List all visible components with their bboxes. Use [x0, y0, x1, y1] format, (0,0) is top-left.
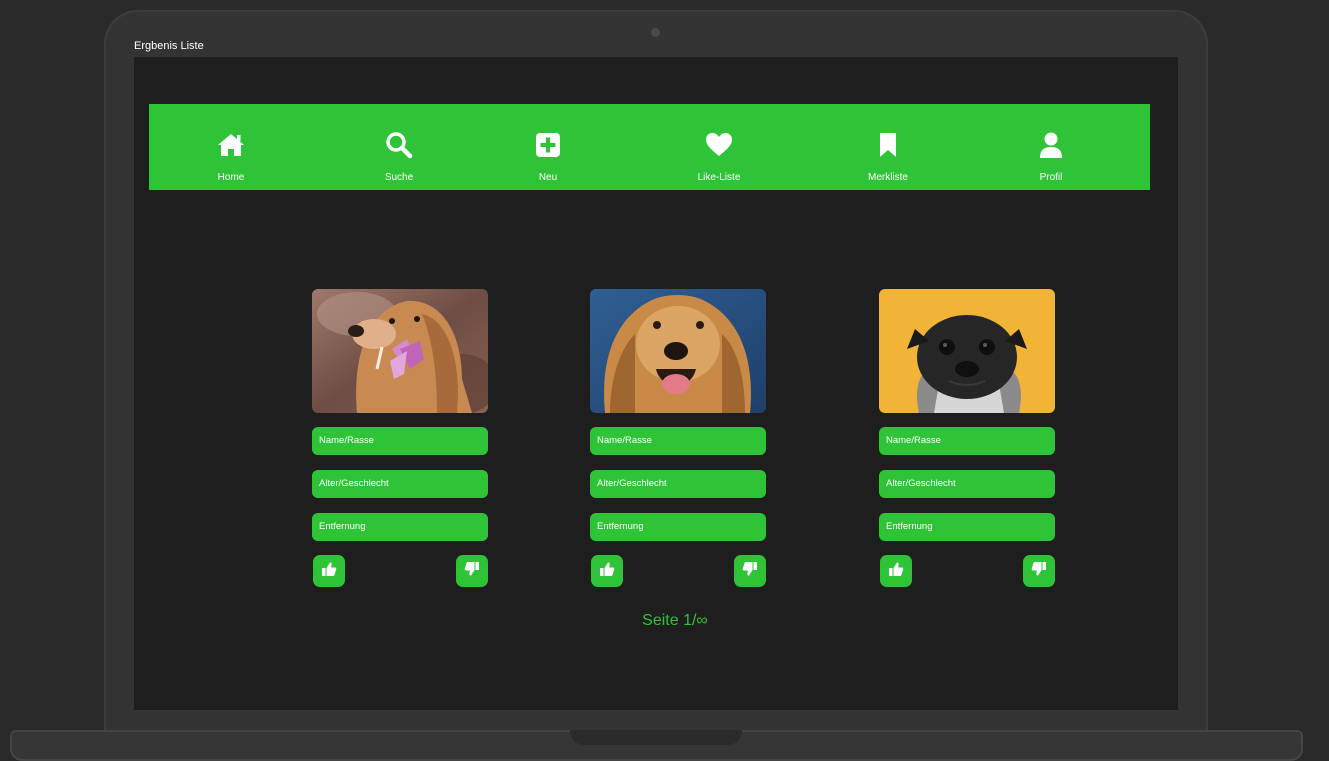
nav-item-profile[interactable]: Profil [991, 104, 1111, 190]
nav-item-watchlist[interactable]: Merkliste [828, 104, 948, 190]
distance-field: Entfernung [312, 513, 488, 541]
nav-bar: Home Suche Neu Like-Liste Merkliste Prof… [149, 104, 1150, 190]
like-button[interactable] [313, 555, 345, 587]
nav-item-search[interactable]: Suche [339, 104, 459, 190]
dog-photo[interactable] [312, 289, 488, 413]
nav-label-watchlist: Merkliste [867, 172, 908, 183]
thumbs-down-icon [464, 561, 480, 582]
like-button[interactable] [880, 555, 912, 587]
thumbs-up-icon [321, 561, 337, 582]
nav-label-search: Suche [384, 172, 414, 183]
name-breed-field: Name/Rasse [590, 427, 766, 455]
thumbs-down-icon [1031, 561, 1047, 582]
thumbs-up-icon [599, 561, 615, 582]
name-breed-field: Name/Rasse [312, 427, 488, 455]
nav-label-profile: Profil [1039, 172, 1063, 183]
name-breed-field: Name/Rasse [879, 427, 1055, 455]
dog-photo[interactable] [879, 289, 1055, 413]
frame-label: Ergbenis Liste [134, 40, 204, 52]
distance-field: Entfernung [590, 513, 766, 541]
heart-icon [704, 130, 734, 160]
age-gender-field: Alter/Geschlecht [312, 470, 488, 498]
plus-square-icon [533, 130, 563, 160]
result-card: Name/Rasse Alter/Geschlecht Entfernung [590, 289, 766, 589]
nav-item-new[interactable]: Neu [488, 104, 608, 190]
pagination-label: Seite 1/∞ [642, 612, 708, 629]
nav-label-like-list: Like-Liste [697, 172, 741, 183]
thumbs-down-icon [742, 561, 758, 582]
home-icon [216, 130, 246, 160]
laptop-base-notch [570, 730, 742, 745]
stage: Ergbenis Liste Home Suche Neu Like-Liste… [0, 0, 1329, 761]
user-icon [1036, 130, 1066, 160]
nav-label-new: Neu [538, 172, 558, 183]
distance-field: Entfernung [879, 513, 1055, 541]
like-button[interactable] [591, 555, 623, 587]
dislike-button[interactable] [456, 555, 488, 587]
age-gender-field: Alter/Geschlecht [879, 470, 1055, 498]
age-gender-field: Alter/Geschlecht [590, 470, 766, 498]
laptop-camera [651, 28, 660, 37]
dislike-button[interactable] [1023, 555, 1055, 587]
nav-item-home[interactable]: Home [171, 104, 291, 190]
dog-photo[interactable] [590, 289, 766, 413]
dislike-button[interactable] [734, 555, 766, 587]
search-icon [384, 130, 414, 160]
result-card: Name/Rasse Alter/Geschlecht Entfernung [879, 289, 1055, 589]
nav-item-like-list[interactable]: Like-Liste [659, 104, 779, 190]
result-card: Name/Rasse Alter/Geschlecht Entfernung [312, 289, 488, 589]
thumbs-up-icon [888, 561, 904, 582]
nav-label-home: Home [217, 172, 245, 183]
bookmark-icon [873, 130, 903, 160]
